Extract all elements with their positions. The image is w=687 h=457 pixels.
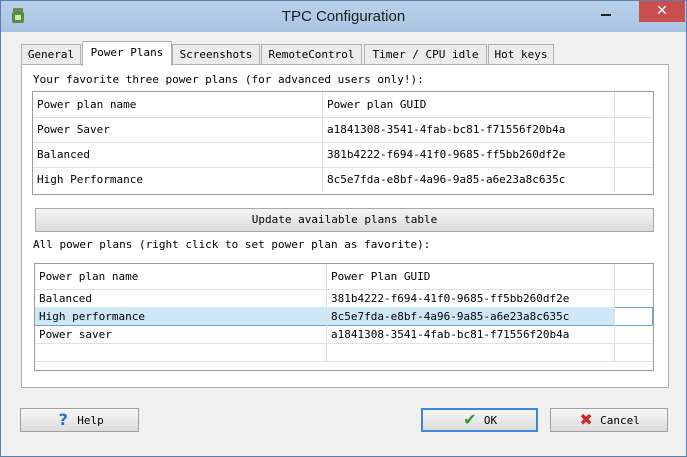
close-window-button[interactable]: ✕ bbox=[639, 1, 685, 22]
favorite-plan-name[interactable]: Power Saver bbox=[33, 117, 323, 142]
favorites-caption: Your favorite three power plans (for adv… bbox=[33, 73, 424, 86]
table-row[interactable]: Power saver a1841308-3541-4fab-bc81-f715… bbox=[35, 325, 653, 344]
favorites-row[interactable]: Power Saver a1841308-3541-4fab-bc81-f715… bbox=[33, 117, 653, 143]
all-plans-table[interactable]: Power plan name Power Plan GUID Balanced… bbox=[34, 263, 654, 371]
cancel-button[interactable]: ✖ Cancel bbox=[550, 408, 668, 432]
update-plans-button[interactable]: Update available plans table bbox=[35, 208, 654, 232]
header-plan-name: Power plan name bbox=[35, 264, 327, 289]
tab-screenshots[interactable]: Screenshots bbox=[172, 44, 260, 65]
tab-remotecontrol[interactable]: RemoteControl bbox=[261, 44, 362, 65]
plan-name-cell[interactable]: Power saver bbox=[35, 325, 327, 343]
check-icon: ✔ bbox=[463, 410, 477, 429]
favorite-plan-name[interactable]: High Performance bbox=[33, 167, 323, 192]
favorite-plan-name[interactable]: Balanced bbox=[33, 142, 323, 167]
plan-guid-cell[interactable]: 8c5e7fda-e8bf-4a96-9a85-a6e23a8c635c bbox=[327, 307, 615, 325]
favorites-header-row: Power plan name Power plan GUID bbox=[33, 92, 653, 118]
plan-guid-cell[interactable]: a1841308-3541-4fab-bc81-f71556f20b4a bbox=[327, 325, 615, 343]
minimize-button[interactable] bbox=[592, 2, 620, 22]
tab-power-plans[interactable]: Power Plans bbox=[82, 41, 172, 66]
table-row-selected[interactable]: High performance 8c5e7fda-e8bf-4a96-9a85… bbox=[35, 307, 653, 326]
all-plans-caption: All power plans (right click to set powe… bbox=[33, 238, 431, 251]
table-row[interactable]: Balanced 381b4222-f694-41f0-9685-ff5bb26… bbox=[35, 289, 653, 308]
ok-button[interactable]: ✔ OK bbox=[421, 408, 538, 432]
help-label: Help bbox=[77, 413, 104, 427]
empty-cell bbox=[327, 343, 615, 361]
favorite-plan-guid[interactable]: a1841308-3541-4fab-bc81-f71556f20b4a bbox=[323, 117, 615, 142]
close-icon: ✖ bbox=[579, 410, 593, 429]
header-plan-name: Power plan name bbox=[33, 92, 323, 117]
cancel-label: Cancel bbox=[600, 413, 640, 427]
window-title: TPC Configuration bbox=[281, 8, 406, 25]
empty-row bbox=[35, 343, 653, 362]
favorite-plan-guid[interactable]: 8c5e7fda-e8bf-4a96-9a85-a6e23a8c635c bbox=[323, 167, 615, 192]
all-plans-header-row: Power plan name Power Plan GUID bbox=[35, 264, 653, 290]
ok-label: OK bbox=[483, 413, 498, 427]
plan-name-cell[interactable]: Balanced bbox=[35, 289, 327, 307]
tab-timer-cpu-idle[interactable]: Timer / CPU idle bbox=[364, 44, 487, 65]
plan-name-cell[interactable]: High performance bbox=[35, 307, 327, 325]
favorites-row[interactable]: High Performance 8c5e7fda-e8bf-4a96-9a85… bbox=[33, 167, 653, 192]
header-plan-guid: Power Plan GUID bbox=[327, 264, 615, 289]
header-plan-guid: Power plan GUID bbox=[323, 92, 615, 117]
title-bar[interactable]: TPC Configuration ✕ bbox=[1, 1, 686, 32]
plan-guid-cell[interactable]: 381b4222-f694-41f0-9685-ff5bb260df2e bbox=[327, 289, 615, 307]
favorite-plan-guid[interactable]: 381b4222-f694-41f0-9685-ff5bb260df2e bbox=[323, 142, 615, 167]
help-icon: ? bbox=[58, 410, 68, 429]
help-button[interactable]: ? Help bbox=[20, 408, 139, 432]
favorites-row[interactable]: Balanced 381b4222-f694-41f0-9685-ff5bb26… bbox=[33, 142, 653, 168]
tab-general[interactable]: General bbox=[21, 44, 81, 65]
tab-hot-keys[interactable]: Hot keys bbox=[488, 44, 554, 65]
config-window: TPC Configuration ✕ General Power Plans … bbox=[0, 0, 687, 457]
favorites-table[interactable]: Power plan name Power plan GUID Power Sa… bbox=[32, 91, 654, 195]
empty-cell bbox=[35, 343, 327, 361]
